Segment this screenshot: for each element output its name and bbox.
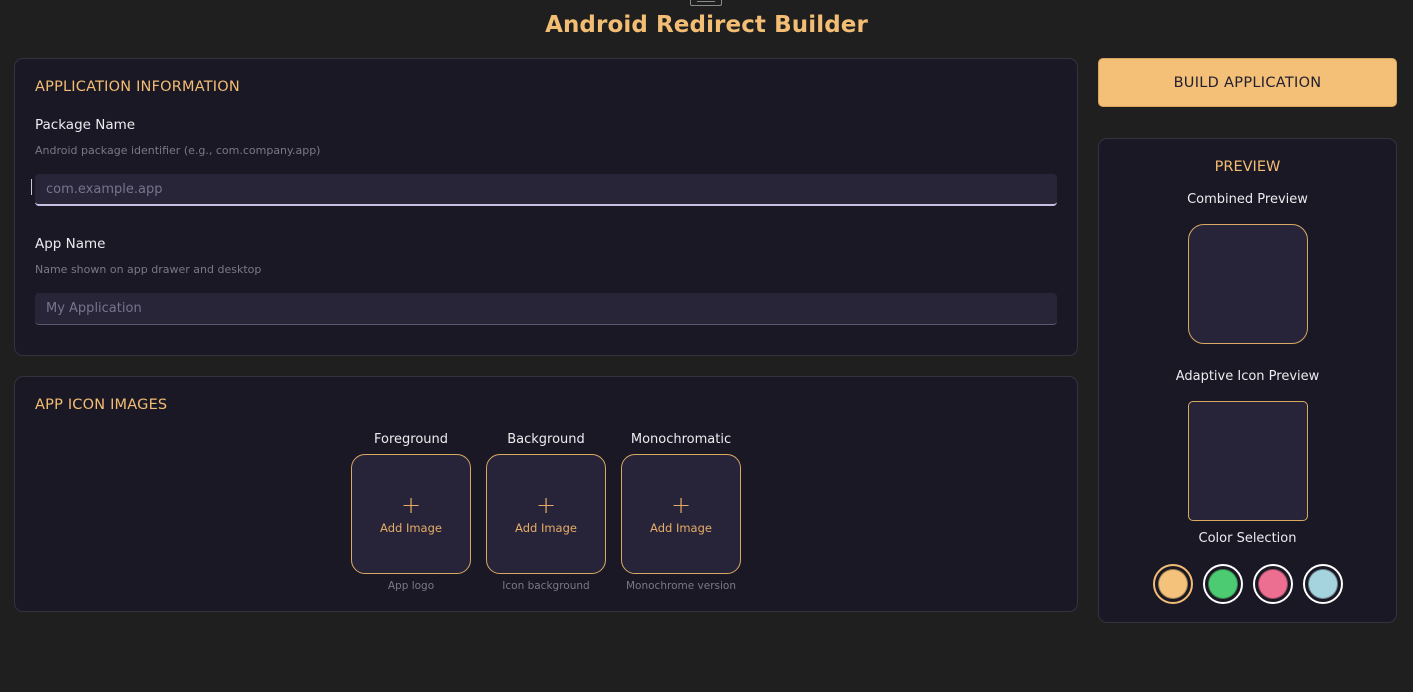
color-swatch[interactable] xyxy=(1253,564,1293,604)
background-slot: Background + Add Image Icon background xyxy=(486,431,606,592)
combined-preview-box xyxy=(1188,224,1308,344)
foreground-caption: App logo xyxy=(387,580,435,592)
plus-icon: + xyxy=(535,491,557,519)
package-name-hint: Android package identifier (e.g., com.co… xyxy=(35,144,321,157)
foreground-slot: Foreground + Add Image App logo xyxy=(351,431,471,592)
adaptive-icon-preview-label: Adaptive Icon Preview xyxy=(1175,369,1320,384)
app-icon-images-card: APP ICON IMAGES Foreground + Add Image A… xyxy=(14,376,1078,612)
background-caption: Icon background xyxy=(502,580,590,592)
package-name-input[interactable] xyxy=(35,174,1057,206)
page-title: Android Redirect Builder xyxy=(545,12,868,38)
monochromatic-slot: Monochromatic + Add Image Monochrome ver… xyxy=(621,431,741,592)
add-image-label: Add Image xyxy=(380,521,442,535)
monochromatic-title: Monochromatic xyxy=(630,432,732,447)
background-title: Background xyxy=(507,432,585,447)
color-swatch[interactable] xyxy=(1303,564,1343,604)
monochromatic-caption: Monochrome version xyxy=(626,580,736,592)
monochromatic-upload-button[interactable]: + Add Image xyxy=(621,454,741,574)
text-caret xyxy=(31,179,32,195)
background-upload-button[interactable]: + Add Image xyxy=(486,454,606,574)
package-name-label: Package Name xyxy=(35,117,136,133)
app-name-input[interactable] xyxy=(35,293,1057,325)
application-information-card: APPLICATION INFORMATION Package Name And… xyxy=(14,58,1078,356)
preview-heading: PREVIEW xyxy=(1214,159,1281,175)
add-image-label: Add Image xyxy=(650,521,712,535)
app-icon-images-heading: APP ICON IMAGES xyxy=(35,397,168,413)
add-image-label: Add Image xyxy=(515,521,577,535)
build-application-button[interactable]: BUILD APPLICATION xyxy=(1098,58,1397,107)
foreground-title: Foreground xyxy=(373,432,449,447)
application-information-heading: APPLICATION INFORMATION xyxy=(35,79,240,95)
preview-card: PREVIEW Combined Preview Adaptive Icon P… xyxy=(1098,138,1397,623)
app-name-hint: Name shown on app drawer and desktop xyxy=(35,263,262,276)
plus-icon: + xyxy=(400,491,422,519)
window-icon[interactable] xyxy=(690,0,722,6)
color-swatches xyxy=(1153,564,1343,604)
color-swatch[interactable] xyxy=(1153,564,1193,604)
plus-icon: + xyxy=(670,491,692,519)
foreground-upload-button[interactable]: + Add Image xyxy=(351,454,471,574)
adaptive-icon-preview-box xyxy=(1188,401,1308,521)
page: Android Redirect Builder APPLICATION INF… xyxy=(0,0,1413,692)
combined-preview-label: Combined Preview xyxy=(1187,192,1308,207)
color-swatch[interactable] xyxy=(1203,564,1243,604)
color-selection-label: Color Selection xyxy=(1198,531,1297,546)
app-name-label: App Name xyxy=(35,236,106,252)
